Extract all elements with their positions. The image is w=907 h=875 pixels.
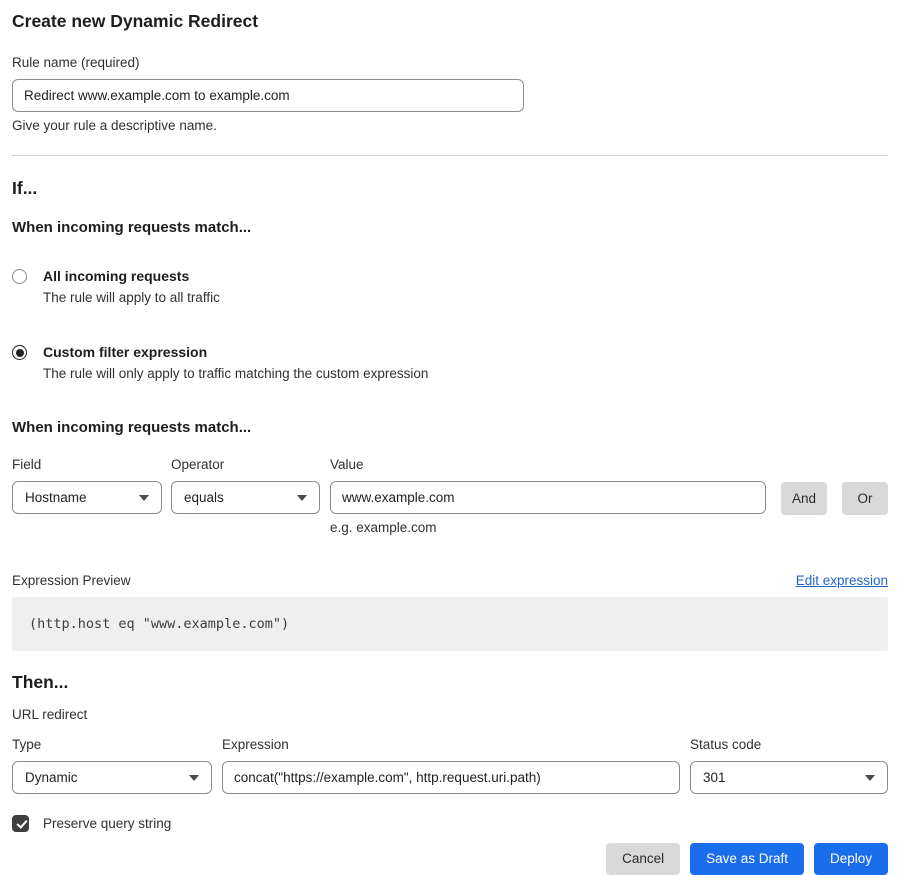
if-heading: If... bbox=[12, 178, 888, 198]
field-select[interactable]: Hostname bbox=[12, 481, 162, 514]
chevron-down-icon bbox=[865, 775, 875, 781]
preserve-query-checkbox[interactable] bbox=[12, 815, 29, 832]
radio-option-all-incoming-requests[interactable]: All incoming requests The rule will appl… bbox=[12, 268, 888, 306]
rule-name-help: Give your rule a descriptive name. bbox=[12, 118, 888, 134]
then-heading: Then... bbox=[12, 672, 888, 692]
if-match-heading: When incoming requests match... bbox=[12, 219, 888, 237]
url-redirect-label: URL redirect bbox=[12, 707, 888, 722]
field-select-value: Hostname bbox=[25, 490, 87, 505]
connector-buttons: And Or bbox=[781, 457, 888, 536]
value-label: Value bbox=[330, 457, 766, 473]
cancel-button[interactable]: Cancel bbox=[606, 843, 680, 875]
radio-button-all-incoming[interactable] bbox=[12, 269, 27, 284]
rule-name-input[interactable] bbox=[12, 79, 524, 112]
preserve-query-string-option[interactable]: Preserve query string bbox=[12, 815, 888, 832]
chevron-down-icon bbox=[189, 775, 199, 781]
create-redirect-form: Create new Dynamic Redirect Rule name (r… bbox=[0, 0, 907, 875]
expression-preview-header: Expression Preview Edit expression bbox=[12, 573, 888, 588]
field-label: Field bbox=[12, 457, 162, 473]
radio-option-text: All incoming requests The rule will appl… bbox=[43, 268, 220, 306]
expression-preview-label: Expression Preview bbox=[12, 573, 131, 588]
field-column: Field Hostname bbox=[12, 457, 162, 536]
deploy-button[interactable]: Deploy bbox=[814, 843, 888, 875]
type-label: Type bbox=[12, 737, 212, 753]
type-column: Type Dynamic bbox=[12, 737, 212, 794]
operator-select-value: equals bbox=[184, 490, 224, 505]
rule-name-label: Rule name (required) bbox=[12, 55, 888, 71]
status-code-select-value: 301 bbox=[703, 770, 726, 785]
status-code-column: Status code 301 bbox=[690, 737, 888, 794]
radio-option-label: Custom filter expression bbox=[43, 344, 428, 361]
builder-match-heading: When incoming requests match... bbox=[12, 419, 888, 437]
chevron-down-icon bbox=[297, 495, 307, 501]
operator-column: Operator equals bbox=[171, 457, 320, 536]
save-as-draft-button[interactable]: Save as Draft bbox=[690, 843, 804, 875]
page-title: Create new Dynamic Redirect bbox=[12, 10, 888, 32]
value-column: Value e.g. example.com bbox=[330, 457, 766, 536]
redirect-config-row: Type Dynamic Expression Status code 301 bbox=[12, 737, 888, 794]
expression-column: Expression bbox=[222, 737, 680, 794]
footer-actions: Cancel Save as Draft Deploy bbox=[12, 843, 888, 875]
operator-label: Operator bbox=[171, 457, 320, 473]
radio-option-label: All incoming requests bbox=[43, 268, 220, 285]
type-select[interactable]: Dynamic bbox=[12, 761, 212, 794]
expression-preview-code: (http.host eq "www.example.com") bbox=[12, 597, 888, 651]
radio-button-custom-filter[interactable] bbox=[12, 345, 27, 360]
operator-select[interactable]: equals bbox=[171, 481, 320, 514]
edit-expression-link[interactable]: Edit expression bbox=[796, 573, 888, 588]
status-code-label: Status code bbox=[690, 737, 888, 753]
radio-option-custom-filter-expression[interactable]: Custom filter expression The rule will o… bbox=[12, 344, 888, 382]
and-button[interactable]: And bbox=[781, 482, 827, 515]
expression-label: Expression bbox=[222, 737, 680, 753]
radio-option-text: Custom filter expression The rule will o… bbox=[43, 344, 428, 382]
radio-option-description: The rule will only apply to traffic matc… bbox=[43, 365, 428, 382]
status-code-select[interactable]: 301 bbox=[690, 761, 888, 794]
radio-option-description: The rule will apply to all traffic bbox=[43, 289, 220, 306]
redirect-expression-input[interactable] bbox=[222, 761, 680, 794]
value-help: e.g. example.com bbox=[330, 520, 766, 536]
section-divider bbox=[12, 155, 888, 156]
or-button[interactable]: Or bbox=[842, 482, 888, 515]
type-select-value: Dynamic bbox=[25, 770, 78, 785]
preserve-query-label: Preserve query string bbox=[43, 816, 171, 831]
expression-builder-row: Field Hostname Operator equals Value e.g… bbox=[12, 457, 888, 536]
value-input[interactable] bbox=[330, 481, 766, 514]
rule-name-section: Rule name (required) Give your rule a de… bbox=[12, 55, 888, 134]
chevron-down-icon bbox=[139, 495, 149, 501]
